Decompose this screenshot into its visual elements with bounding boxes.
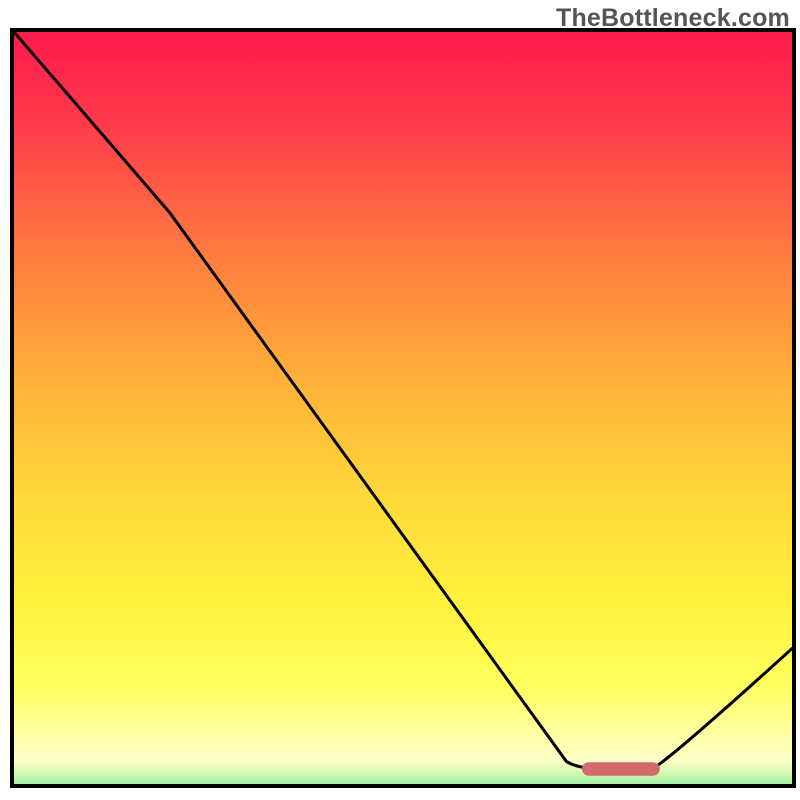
chart-svg (14, 32, 792, 784)
chart-container: TheBottleneck.com (0, 0, 800, 800)
plot-area (10, 28, 796, 788)
bottleneck-curve (14, 32, 792, 769)
optimal-range-marker (582, 762, 660, 776)
